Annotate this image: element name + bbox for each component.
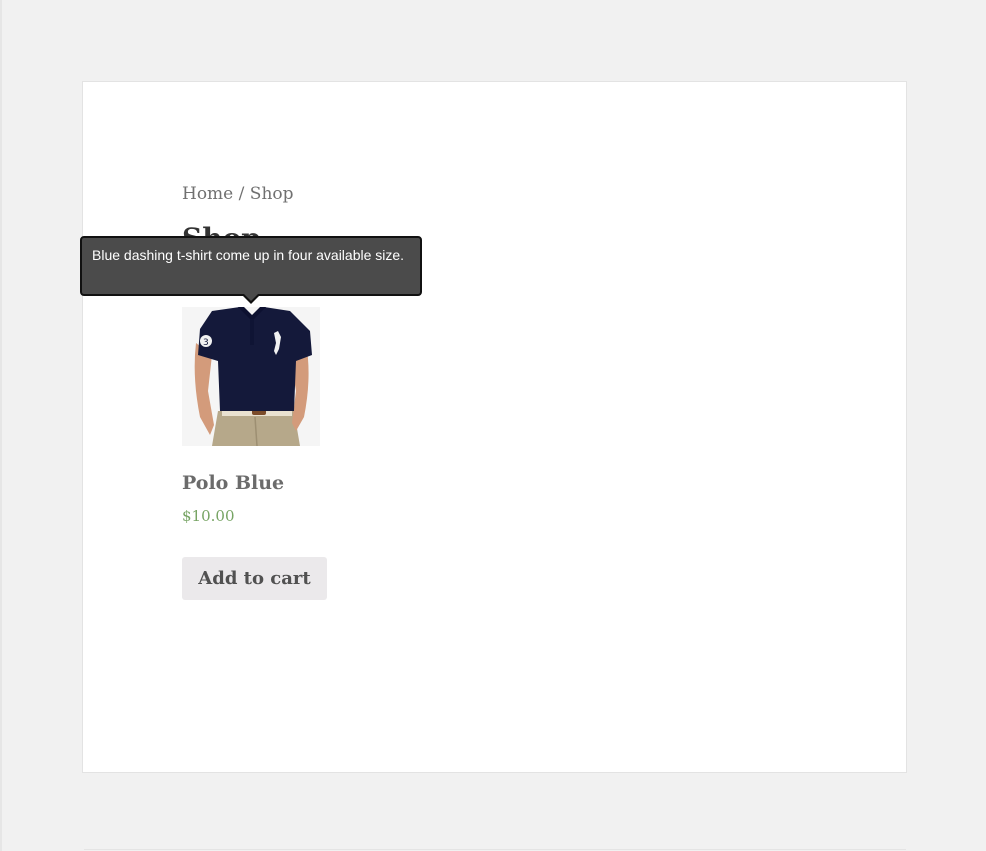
breadcrumb-home-link[interactable]: Home [182,184,233,204]
tooltip-arrow-fill [243,293,259,301]
page-left-edge [0,0,2,851]
product-description-tooltip: Blue dashing t-shirt come up in four ava… [80,236,422,296]
breadcrumb-current: Shop [249,184,294,204]
page-bottom-divider [84,849,906,850]
svg-text:3: 3 [203,338,209,348]
breadcrumb: Home / Shop [182,184,294,204]
product-image[interactable]: 3 [182,307,320,446]
tooltip-text: Blue dashing t-shirt come up in four ava… [92,247,405,263]
product-price: $10.00 [182,507,235,525]
polo-shirt-illustration: 3 [182,307,320,446]
add-to-cart-button[interactable]: Add to cart [182,557,327,600]
breadcrumb-separator: / [233,184,250,204]
product-name[interactable]: Polo Blue [182,472,284,494]
